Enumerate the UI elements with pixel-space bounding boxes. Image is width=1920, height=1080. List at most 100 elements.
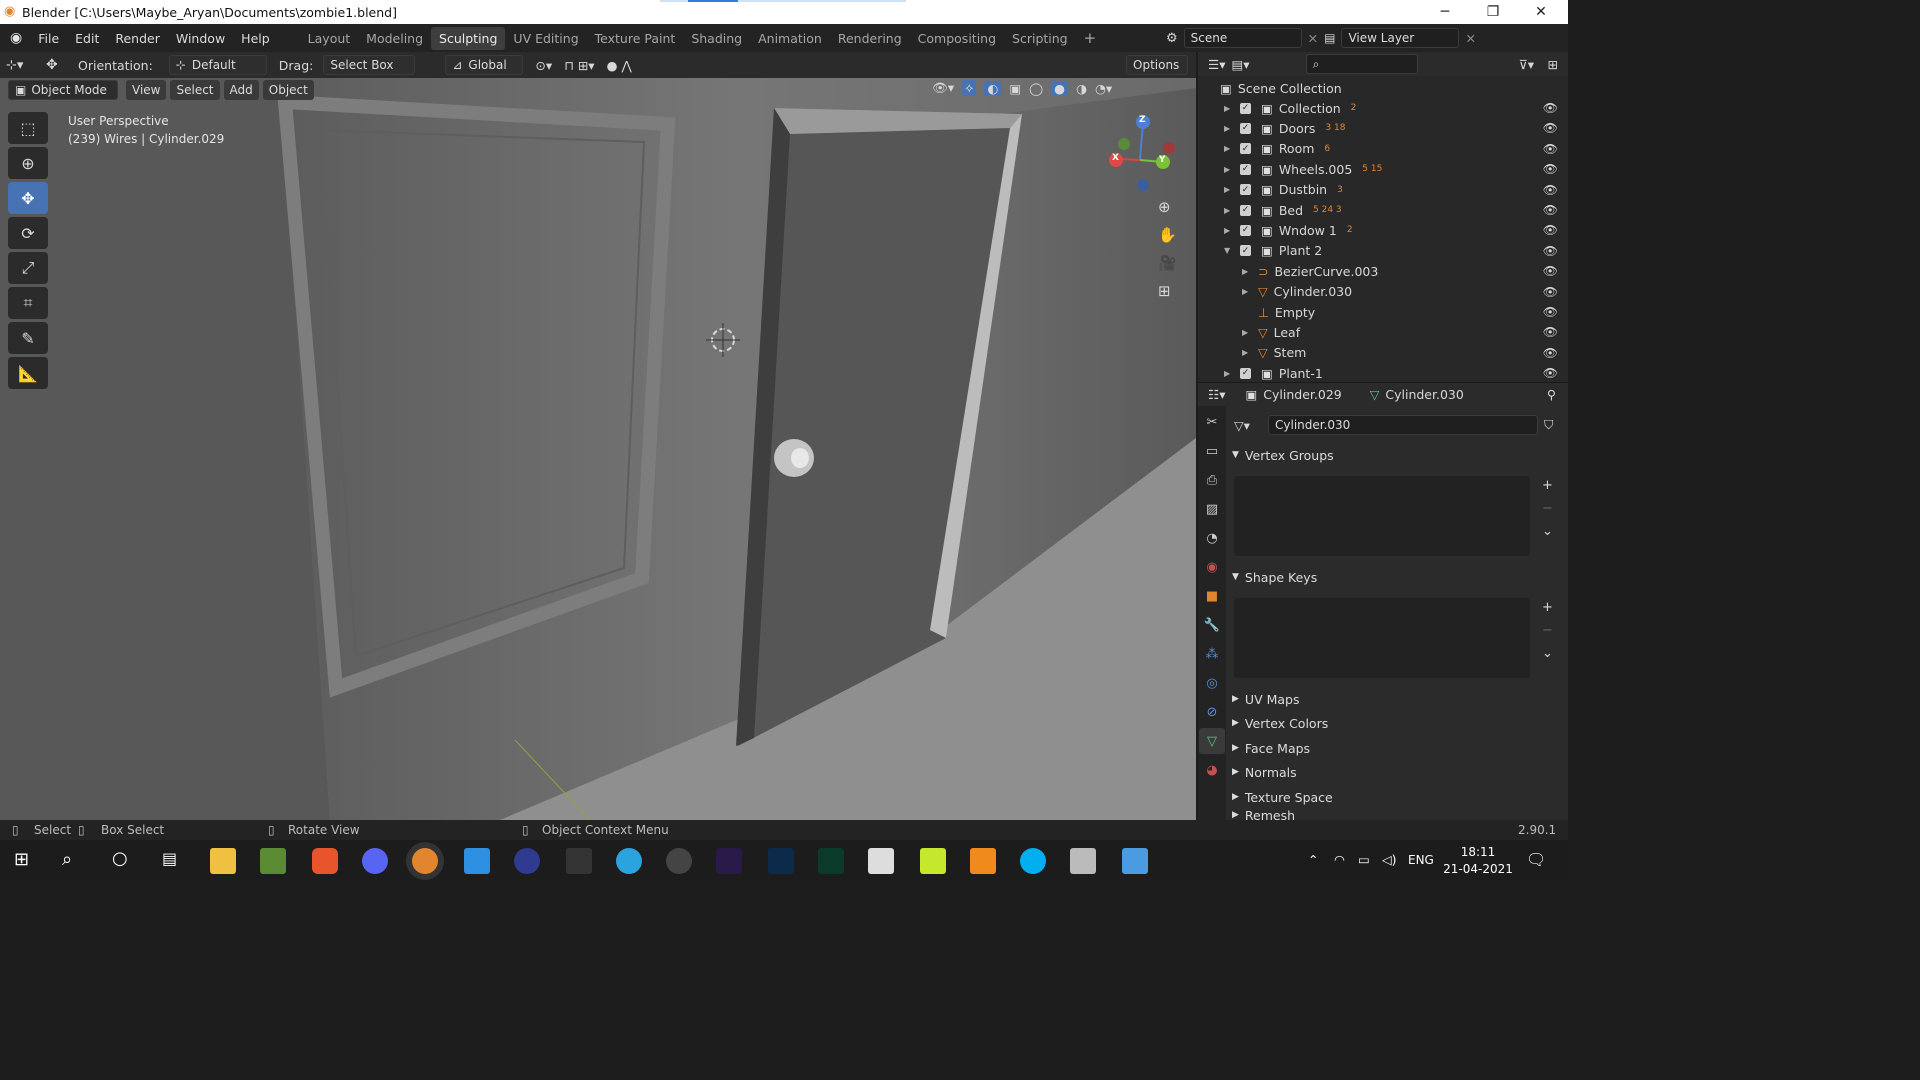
rotate-tool-icon[interactable]: ⟳ — [8, 217, 48, 249]
tool-tab-icon[interactable]: ✂ — [1199, 409, 1225, 435]
outliner-item[interactable]: ▶ ✓ ▣ Wndow 1 2 👁 — [1198, 220, 1568, 240]
add-workspace-icon[interactable]: + — [1076, 25, 1105, 51]
gizmo-neg-y[interactable] — [1118, 138, 1130, 150]
view-layer-selector[interactable]: View Layer — [1341, 28, 1460, 48]
visibility-eye-icon[interactable]: 👁 — [1543, 325, 1558, 339]
editor-type-icon[interactable]: ⊹▾ — [6, 58, 40, 73]
disclosure-icon[interactable]: ▶ — [1224, 165, 1240, 174]
panel-vertex-colors[interactable]: ▶ Vertex Colors — [1232, 712, 1562, 734]
shape-keys-list[interactable] — [1234, 598, 1530, 678]
minimize-button[interactable]: ─ — [1422, 0, 1468, 24]
include-checkbox[interactable]: ✓ — [1240, 367, 1251, 379]
material-tab-icon[interactable]: ◕ — [1199, 757, 1225, 783]
include-checkbox[interactable]: ✓ — [1240, 184, 1251, 196]
visibility-eye-icon[interactable]: 👁 — [1543, 305, 1558, 319]
windows-start-icon[interactable]: ⊞ — [14, 849, 29, 870]
wireframe-shading-icon[interactable]: ◯ — [1029, 81, 1043, 96]
drag-dropdown[interactable]: Select Box — [323, 55, 416, 75]
visibility-eye-icon[interactable]: 👁 — [1543, 244, 1558, 258]
menu-edit[interactable]: Edit — [67, 31, 107, 46]
outliner-item[interactable]: ▶ ▽ Leaf 👁 — [1198, 322, 1568, 342]
remove-shape-key-icon[interactable]: − — [1542, 623, 1553, 638]
tab-compositing[interactable]: Compositing — [910, 27, 1004, 50]
scene-close-icon[interactable]: ✕ — [1308, 31, 1318, 46]
tab-shading[interactable]: Shading — [683, 27, 750, 50]
new-collection-icon[interactable]: ⊞ — [1548, 57, 1558, 72]
blender-taskbar-icon[interactable] — [412, 848, 438, 874]
tab-layout[interactable]: Layout — [300, 27, 359, 50]
disclosure-icon[interactable]: ▶ — [1224, 369, 1240, 378]
outliner-item[interactable]: ▶ ✓ ▣ Room 6 👁 — [1198, 139, 1568, 159]
brave-icon[interactable] — [312, 848, 338, 874]
render-tab-icon[interactable]: ▭ — [1199, 438, 1225, 464]
filter-icon[interactable]: ⊽▾ — [1519, 57, 1534, 72]
cortana-icon[interactable]: ○ — [112, 848, 128, 869]
pin-icon[interactable]: ⚲ — [1547, 387, 1556, 402]
vlc-icon[interactable] — [970, 848, 996, 874]
include-checkbox[interactable]: ✓ — [1240, 245, 1251, 257]
outliner-item[interactable]: ▶ ✓ ▣ Doors 3 18 👁 — [1198, 118, 1568, 138]
panel-remesh[interactable]: ▶ Remesh — [1232, 810, 1562, 820]
visibility-icon[interactable]: 👁▾ — [932, 80, 954, 96]
ortho-grid-icon[interactable]: ⊞ — [1158, 282, 1177, 300]
overlay-icon[interactable]: ◐ — [984, 80, 1002, 96]
transform-orientation-dropdown[interactable]: ⊿ Global — [445, 55, 524, 75]
disclosure-icon[interactable]: ▼ — [1224, 246, 1240, 255]
view-menu[interactable]: View — [126, 80, 167, 100]
notification-icon[interactable]: 🗨 — [1526, 850, 1546, 869]
outliner-item[interactable]: ▶ ✓ ▣ Wheels.005 5 15 👁 — [1198, 159, 1568, 179]
modifier-tab-icon[interactable]: 🔧 — [1199, 612, 1225, 638]
tab-animation[interactable]: Animation — [750, 27, 830, 50]
menu-file[interactable]: File — [30, 31, 67, 46]
outliner-item[interactable]: ▶ ▽ Cylinder.030 👁 — [1198, 282, 1568, 302]
world-tab-icon[interactable]: ◉ — [1199, 554, 1225, 580]
obs-icon[interactable] — [666, 848, 692, 874]
panel-normals[interactable]: ▶ Normals — [1232, 761, 1562, 783]
panel-face-maps[interactable]: ▶ Face Maps — [1232, 737, 1562, 759]
disclosure-icon[interactable]: ▶ — [1242, 348, 1258, 357]
photoshop-icon[interactable] — [768, 848, 794, 874]
disclosure-icon[interactable]: ▶ — [1224, 226, 1240, 235]
visibility-eye-icon[interactable]: 👁 — [1543, 346, 1558, 360]
tab-rendering[interactable]: Rendering — [830, 27, 910, 50]
menu-help[interactable]: Help — [233, 31, 278, 46]
fake-user-icon[interactable]: ⛉ — [1544, 417, 1553, 433]
object-mode-dropdown[interactable]: ▣ Object Mode — [8, 80, 118, 100]
tab-modeling[interactable]: Modeling — [358, 27, 431, 50]
panel-uv-maps[interactable]: ▶ UV Maps — [1232, 688, 1562, 710]
add-shape-key-icon[interactable]: + — [1542, 600, 1553, 615]
disclosure-icon[interactable]: ▶ — [1224, 104, 1240, 113]
display-mode-icon[interactable]: ▤▾ — [1231, 57, 1249, 72]
task-view-icon[interactable]: ▤ — [162, 849, 177, 868]
zoom-icon[interactable]: ⊕ — [1158, 198, 1177, 216]
skype-icon[interactable] — [1020, 848, 1046, 874]
clock[interactable]: 18:11 21-04-2021 — [1442, 844, 1514, 878]
outliner-item[interactable]: ▶ ✓ ▣ Collection 2 👁 — [1198, 98, 1568, 118]
gizmo-toggle-icon[interactable]: ⟡ — [962, 80, 977, 96]
minecraft-icon[interactable] — [260, 848, 286, 874]
physics-tab-icon[interactable]: ◎ — [1199, 670, 1225, 696]
visibility-eye-icon[interactable]: 👁 — [1543, 223, 1558, 237]
include-checkbox[interactable]: ✓ — [1240, 204, 1251, 216]
scale-tool-icon[interactable]: ⤢ — [8, 252, 48, 284]
photos-icon[interactable] — [1122, 848, 1148, 874]
data-tab-icon[interactable]: ▽ — [1199, 728, 1225, 754]
blender-menu-icon[interactable]: ◉ — [0, 30, 30, 46]
vscode-icon[interactable] — [464, 848, 490, 874]
visibility-eye-icon[interactable]: 👁 — [1543, 285, 1558, 299]
snap-icon[interactable]: ⊓ ⊞▾ — [564, 58, 594, 73]
material-shading-icon[interactable]: ◑ — [1076, 81, 1087, 96]
outliner-item[interactable]: ▶ ✓ ▣ Plant-1 👁 — [1198, 363, 1568, 383]
3d-viewport[interactable]: Z X Y ▣ Object Mode View Select Add Obje… — [0, 78, 1196, 820]
inkscape-icon[interactable] — [868, 848, 894, 874]
scene-icon[interactable]: ⚙ — [1166, 31, 1178, 46]
include-checkbox[interactable]: ✓ — [1240, 163, 1251, 175]
close-button[interactable]: ✕ — [1518, 0, 1564, 24]
cursor-tool-icon[interactable]: ⊕ — [8, 147, 48, 179]
select-box-tool-icon[interactable]: ⬚ — [8, 112, 48, 144]
disclosure-icon[interactable]: ▶ — [1242, 267, 1258, 276]
telegram-icon[interactable] — [616, 848, 642, 874]
annotate-tool-icon[interactable]: ✎ — [8, 322, 48, 354]
add-vertex-group-icon[interactable]: + — [1542, 478, 1553, 493]
particles-tab-icon[interactable]: ⁂ — [1199, 641, 1225, 667]
